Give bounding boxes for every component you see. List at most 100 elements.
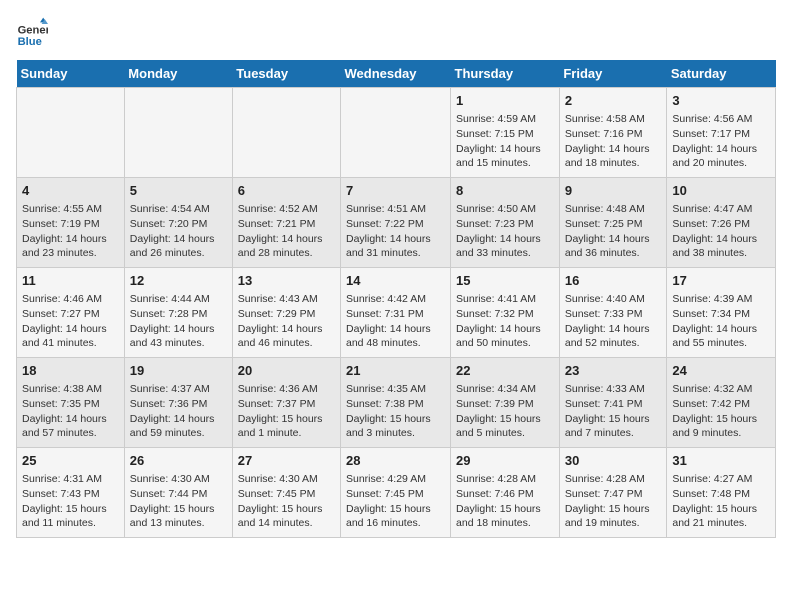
day-number: 16 xyxy=(565,272,662,290)
day-number: 24 xyxy=(672,362,770,380)
day-number: 28 xyxy=(346,452,445,470)
calendar-week-row: 4 Sunrise: 4:55 AM Sunset: 7:19 PM Daylig… xyxy=(17,178,776,268)
calendar-cell: 6 Sunrise: 4:52 AM Sunset: 7:21 PM Daylig… xyxy=(232,178,340,268)
weekday-header-thursday: Thursday xyxy=(451,60,560,88)
day-number: 22 xyxy=(456,362,554,380)
day-info: Sunrise: 4:47 AM Sunset: 7:26 PM Dayligh… xyxy=(672,202,770,261)
svg-text:General: General xyxy=(18,25,48,37)
day-number: 17 xyxy=(672,272,770,290)
calendar-cell xyxy=(232,88,340,178)
weekday-header-friday: Friday xyxy=(559,60,667,88)
day-info: Sunrise: 4:29 AM Sunset: 7:45 PM Dayligh… xyxy=(346,472,445,531)
day-info: Sunrise: 4:43 AM Sunset: 7:29 PM Dayligh… xyxy=(238,292,335,351)
calendar-cell: 24 Sunrise: 4:32 AM Sunset: 7:42 PM Dayli… xyxy=(667,358,776,448)
day-number: 21 xyxy=(346,362,445,380)
generalblue-logo-icon: General Blue xyxy=(16,16,48,48)
day-info: Sunrise: 4:37 AM Sunset: 7:36 PM Dayligh… xyxy=(130,382,227,441)
calendar-cell: 27Sunrise: 4:30 AM Sunset: 7:45 PM Dayli… xyxy=(232,448,340,538)
logo: General Blue xyxy=(16,16,48,48)
day-number: 6 xyxy=(238,182,335,200)
calendar-cell: 13 Sunrise: 4:43 AM Sunset: 7:29 PM Dayli… xyxy=(232,268,340,358)
day-info: Sunrise: 4:27 AM Sunset: 7:48 PM Dayligh… xyxy=(672,472,770,531)
calendar-cell: 14Sunrise: 4:42 AM Sunset: 7:31 PM Dayli… xyxy=(341,268,451,358)
day-info: Sunrise: 4:52 AM Sunset: 7:21 PM Dayligh… xyxy=(238,202,335,261)
weekday-header-monday: Monday xyxy=(124,60,232,88)
calendar-cell: 21 Sunrise: 4:35 AM Sunset: 7:38 PM Dayli… xyxy=(341,358,451,448)
calendar-cell xyxy=(17,88,125,178)
page-header: General Blue xyxy=(16,16,776,48)
day-info: Sunrise: 4:51 AM Sunset: 7:22 PM Dayligh… xyxy=(346,202,445,261)
calendar-cell: 15Sunrise: 4:41 AM Sunset: 7:32 PM Dayli… xyxy=(451,268,560,358)
weekday-header-sunday: Sunday xyxy=(17,60,125,88)
calendar-table: SundayMondayTuesdayWednesdayThursdayFrid… xyxy=(16,60,776,538)
calendar-cell: 8 Sunrise: 4:50 AM Sunset: 7:23 PM Daylig… xyxy=(451,178,560,268)
calendar-cell: 29 Sunrise: 4:28 AM Sunset: 7:46 PM Dayli… xyxy=(451,448,560,538)
day-info: Sunrise: 4:39 AM Sunset: 7:34 PM Dayligh… xyxy=(672,292,770,351)
calendar-week-row: 11Sunrise: 4:46 AM Sunset: 7:27 PM Dayli… xyxy=(17,268,776,358)
day-info: Sunrise: 4:56 AM Sunset: 7:17 PM Dayligh… xyxy=(672,112,770,171)
day-info: Sunrise: 4:31 AM Sunset: 7:43 PM Dayligh… xyxy=(22,472,119,531)
day-info: Sunrise: 4:48 AM Sunset: 7:25 PM Dayligh… xyxy=(565,202,662,261)
calendar-cell: 12 Sunrise: 4:44 AM Sunset: 7:28 PM Dayli… xyxy=(124,268,232,358)
day-number: 30 xyxy=(565,452,662,470)
day-info: Sunrise: 4:44 AM Sunset: 7:28 PM Dayligh… xyxy=(130,292,227,351)
day-info: Sunrise: 4:42 AM Sunset: 7:31 PM Dayligh… xyxy=(346,292,445,351)
day-number: 4 xyxy=(22,182,119,200)
day-number: 31 xyxy=(672,452,770,470)
day-info: Sunrise: 4:58 AM Sunset: 7:16 PM Dayligh… xyxy=(565,112,662,171)
calendar-cell: 23 Sunrise: 4:33 AM Sunset: 7:41 PM Dayli… xyxy=(559,358,667,448)
calendar-cell: 2Sunrise: 4:58 AM Sunset: 7:16 PM Daylig… xyxy=(559,88,667,178)
day-info: Sunrise: 4:28 AM Sunset: 7:46 PM Dayligh… xyxy=(456,472,554,531)
day-number: 18 xyxy=(22,362,119,380)
day-info: Sunrise: 4:32 AM Sunset: 7:42 PM Dayligh… xyxy=(672,382,770,441)
calendar-cell: 19 Sunrise: 4:37 AM Sunset: 7:36 PM Dayli… xyxy=(124,358,232,448)
day-info: Sunrise: 4:55 AM Sunset: 7:19 PM Dayligh… xyxy=(22,202,119,261)
weekday-header-row: SundayMondayTuesdayWednesdayThursdayFrid… xyxy=(17,60,776,88)
weekday-header-wednesday: Wednesday xyxy=(341,60,451,88)
calendar-cell xyxy=(124,88,232,178)
calendar-cell xyxy=(341,88,451,178)
calendar-cell: 16 Sunrise: 4:40 AM Sunset: 7:33 PM Dayli… xyxy=(559,268,667,358)
day-number: 1 xyxy=(456,92,554,110)
calendar-week-row: 25 Sunrise: 4:31 AM Sunset: 7:43 PM Dayli… xyxy=(17,448,776,538)
calendar-cell: 11Sunrise: 4:46 AM Sunset: 7:27 PM Dayli… xyxy=(17,268,125,358)
day-info: Sunrise: 4:38 AM Sunset: 7:35 PM Dayligh… xyxy=(22,382,119,441)
calendar-cell: 10 Sunrise: 4:47 AM Sunset: 7:26 PM Dayli… xyxy=(667,178,776,268)
day-info: Sunrise: 4:28 AM Sunset: 7:47 PM Dayligh… xyxy=(565,472,662,531)
calendar-week-row: 1Sunrise: 4:59 AM Sunset: 7:15 PM Daylig… xyxy=(17,88,776,178)
day-number: 25 xyxy=(22,452,119,470)
svg-text:Blue: Blue xyxy=(18,36,42,48)
calendar-cell: 28 Sunrise: 4:29 AM Sunset: 7:45 PM Dayli… xyxy=(341,448,451,538)
day-number: 13 xyxy=(238,272,335,290)
day-info: Sunrise: 4:36 AM Sunset: 7:37 PM Dayligh… xyxy=(238,382,335,441)
calendar-cell: 7 Sunrise: 4:51 AM Sunset: 7:22 PM Daylig… xyxy=(341,178,451,268)
day-number: 7 xyxy=(346,182,445,200)
day-number: 29 xyxy=(456,452,554,470)
day-number: 15 xyxy=(456,272,554,290)
day-info: Sunrise: 4:30 AM Sunset: 7:44 PM Dayligh… xyxy=(130,472,227,531)
calendar-cell: 3Sunrise: 4:56 AM Sunset: 7:17 PM Daylig… xyxy=(667,88,776,178)
calendar-cell: 9Sunrise: 4:48 AM Sunset: 7:25 PM Daylig… xyxy=(559,178,667,268)
day-number: 23 xyxy=(565,362,662,380)
calendar-cell: 5Sunrise: 4:54 AM Sunset: 7:20 PM Daylig… xyxy=(124,178,232,268)
day-info: Sunrise: 4:50 AM Sunset: 7:23 PM Dayligh… xyxy=(456,202,554,261)
day-number: 19 xyxy=(130,362,227,380)
day-number: 27 xyxy=(238,452,335,470)
day-info: Sunrise: 4:46 AM Sunset: 7:27 PM Dayligh… xyxy=(22,292,119,351)
day-info: Sunrise: 4:35 AM Sunset: 7:38 PM Dayligh… xyxy=(346,382,445,441)
weekday-header-tuesday: Tuesday xyxy=(232,60,340,88)
calendar-cell: 1Sunrise: 4:59 AM Sunset: 7:15 PM Daylig… xyxy=(451,88,560,178)
day-info: Sunrise: 4:34 AM Sunset: 7:39 PM Dayligh… xyxy=(456,382,554,441)
weekday-header-saturday: Saturday xyxy=(667,60,776,88)
calendar-cell: 25 Sunrise: 4:31 AM Sunset: 7:43 PM Dayli… xyxy=(17,448,125,538)
day-number: 26 xyxy=(130,452,227,470)
day-number: 12 xyxy=(130,272,227,290)
calendar-cell: 30 Sunrise: 4:28 AM Sunset: 7:47 PM Dayli… xyxy=(559,448,667,538)
day-number: 5 xyxy=(130,182,227,200)
day-info: Sunrise: 4:40 AM Sunset: 7:33 PM Dayligh… xyxy=(565,292,662,351)
day-number: 8 xyxy=(456,182,554,200)
day-info: Sunrise: 4:33 AM Sunset: 7:41 PM Dayligh… xyxy=(565,382,662,441)
calendar-cell: 31 Sunrise: 4:27 AM Sunset: 7:48 PM Dayli… xyxy=(667,448,776,538)
calendar-cell: 22 Sunrise: 4:34 AM Sunset: 7:39 PM Dayli… xyxy=(451,358,560,448)
day-number: 10 xyxy=(672,182,770,200)
